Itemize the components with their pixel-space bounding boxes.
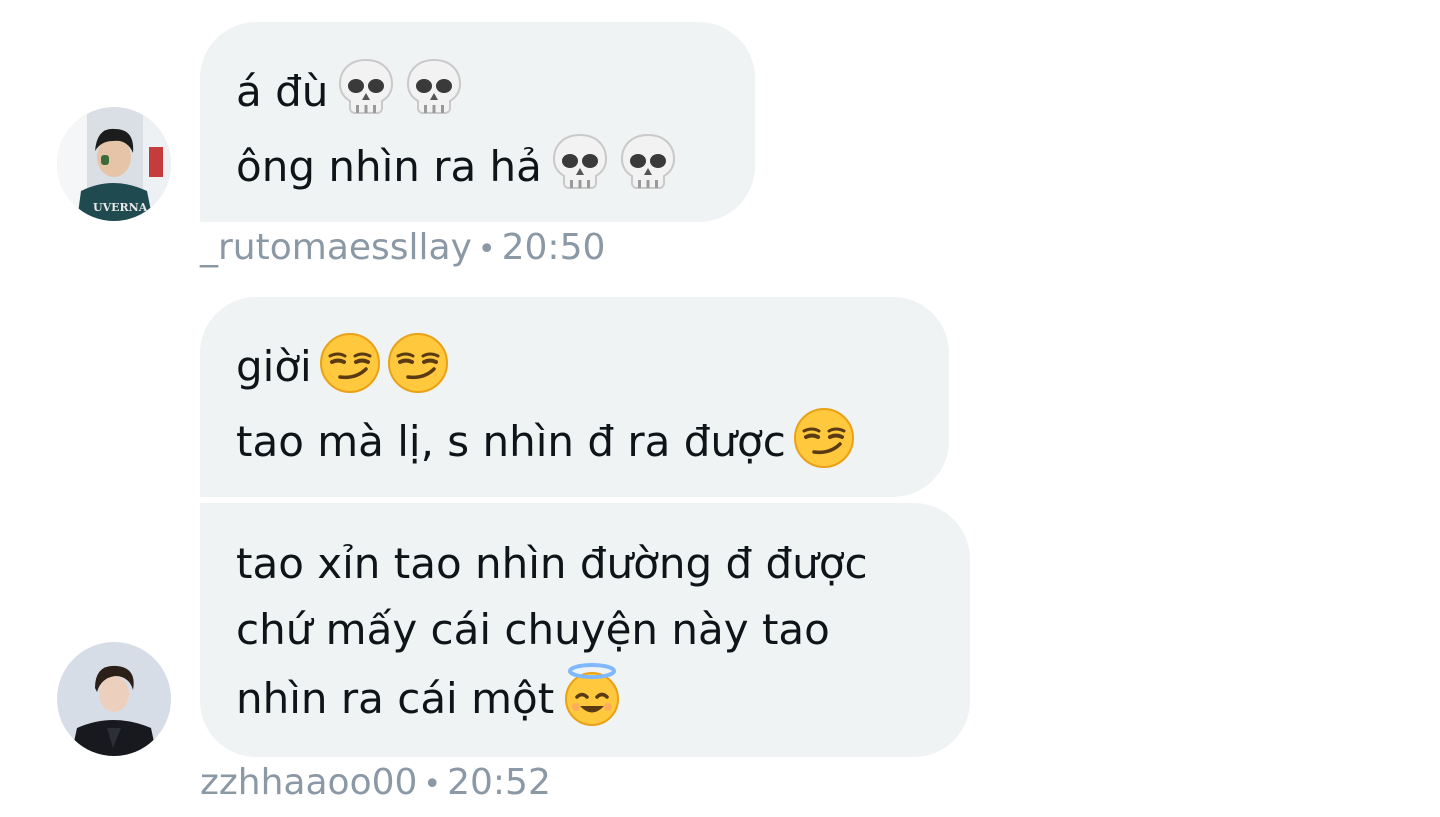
skull-icon	[402, 56, 466, 120]
smirk-face-icon	[792, 406, 856, 470]
message-line: nhìn ra cái một	[236, 663, 930, 732]
avatar[interactable]: UVERNA	[57, 107, 171, 221]
separator: •	[423, 767, 442, 802]
user-photo-icon: UVERNA	[57, 107, 171, 221]
message-line: ông nhìn ra hả	[236, 131, 715, 200]
message-meta: _rutomaessllay • 20:50	[200, 228, 605, 270]
conversation: UVERNA á đù ông nhìn ra hả _rutomaesslla…	[0, 0, 1440, 817]
message-bubble[interactable]: á đù ông nhìn ra hả	[200, 22, 755, 222]
message-line: giời	[236, 331, 909, 400]
message-line: chứ mấy cái chuyện này tao	[236, 605, 830, 654]
separator: •	[477, 232, 496, 267]
message-line: tao xỉn tao nhìn đường đ được	[236, 539, 868, 588]
username[interactable]: _rutomaessllay	[200, 227, 472, 268]
skull-icon	[334, 56, 398, 120]
message-bubble[interactable]: tao xỉn tao nhìn đường đ được chứ mấy cá…	[200, 503, 970, 757]
user-photo-icon	[57, 642, 171, 756]
skull-icon	[616, 131, 680, 195]
message-line: tao mà lị, s nhìn đ ra được	[236, 406, 909, 475]
timestamp: 20:50	[501, 227, 606, 268]
message-line: á đù	[236, 56, 715, 125]
svg-text:UVERNA: UVERNA	[93, 201, 148, 214]
timestamp: 20:52	[447, 762, 551, 803]
message-meta: zzhhaaoo00 • 20:52	[200, 763, 551, 805]
smirk-face-icon	[386, 331, 450, 395]
halo-smile-icon	[560, 663, 624, 727]
username[interactable]: zzhhaaoo00	[200, 762, 417, 803]
smirk-face-icon	[318, 331, 382, 395]
message-bubble[interactable]: giời tao mà lị, s nhìn đ ra được	[200, 297, 949, 497]
avatar[interactable]	[57, 642, 171, 756]
skull-icon	[548, 131, 612, 195]
